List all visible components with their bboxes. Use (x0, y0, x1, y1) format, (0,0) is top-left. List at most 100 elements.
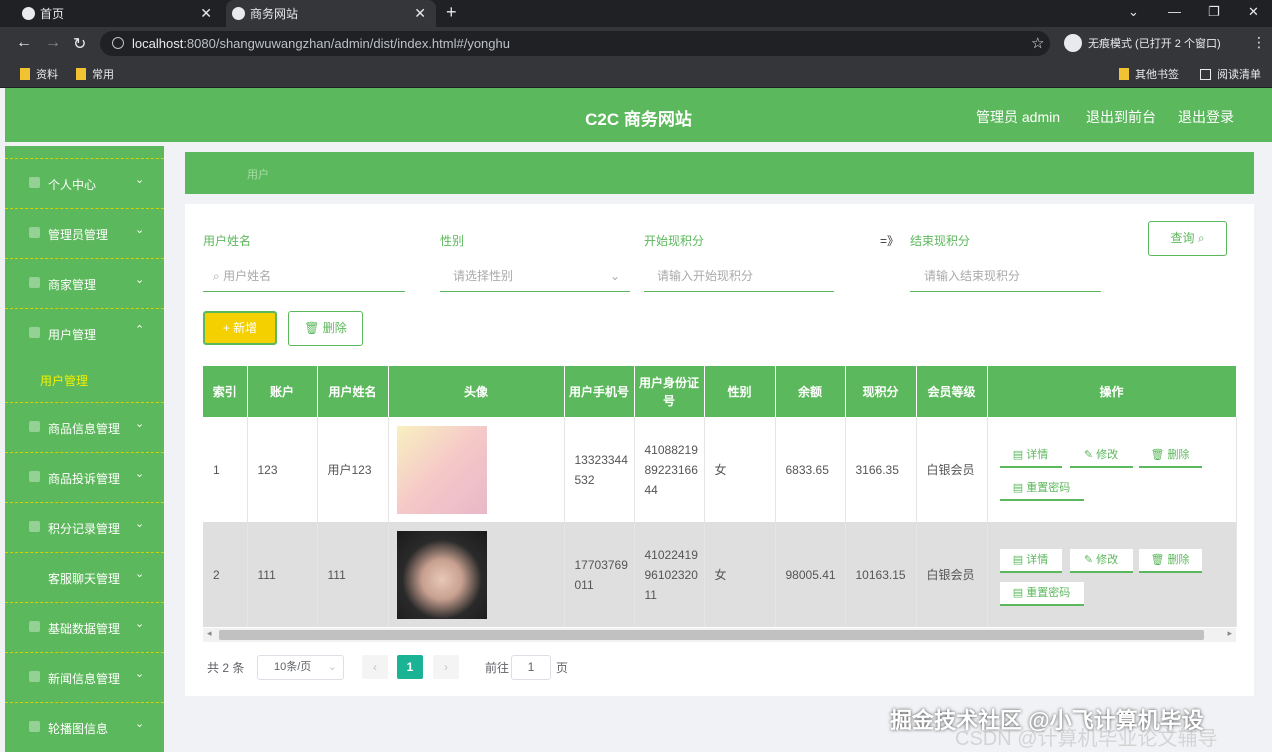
sidebar-item-personal[interactable]: 个人中心 ⌄ (5, 158, 164, 208)
new-tab-icon[interactable]: + (446, 2, 457, 23)
query-button[interactable]: 查询 ⌕ (1148, 221, 1227, 256)
back-icon[interactable]: ← (16, 34, 32, 52)
sidebar-item-merchants[interactable]: 商家管理 ⌄ (5, 258, 164, 308)
table-header-row: 索引 账户 用户姓名 头像 用户手机号 用户身份证号 性别 余额 现积分 会员等… (203, 366, 1237, 417)
reset-password-button[interactable]: ▤ 重置密码 (999, 476, 1084, 501)
doc-icon: ▤ (1012, 448, 1024, 461)
bookmark-folder[interactable]: 资料 (20, 66, 58, 82)
reload-icon[interactable]: ↻ (73, 34, 86, 54)
chevron-down-icon: ⌄ (135, 468, 145, 480)
edit-icon: ✎ (1083, 448, 1094, 461)
add-button[interactable]: + 新增 (203, 311, 277, 345)
delete-button[interactable]: 🗑 删除 (1138, 443, 1202, 468)
filter-name-label: 用户姓名 (203, 234, 252, 248)
avatar (396, 530, 487, 619)
edit-label: 修改 (1096, 553, 1119, 566)
edit-label: 修改 (1096, 448, 1119, 461)
admin-user-label[interactable]: 管理员 admin (976, 107, 1060, 127)
detail-button[interactable]: ▤ 详情 (999, 443, 1062, 468)
reading-list[interactable]: 阅读清单 (1200, 66, 1261, 82)
bookmark-folder-other[interactable]: 其他书签 (1119, 66, 1179, 82)
chevron-down-icon: ⌄ (135, 274, 145, 286)
batch-delete-button[interactable]: 🗑 删除 (288, 311, 363, 346)
doc-icon: ▤ (1012, 481, 1024, 494)
goto-page-input[interactable]: 1 (511, 655, 551, 680)
doc-icon: ▤ (1012, 553, 1024, 566)
sidebar-item-goods[interactable]: 商品信息管理 ⌄ (5, 402, 164, 452)
cell-idcard: 410882198922316644 (634, 417, 705, 522)
bookmarks-bar: 资料 常用 其他书签 阅读清单 (0, 60, 1272, 88)
reset-password-button[interactable]: ▤ 重置密码 (999, 581, 1084, 606)
chevron-down-icon: ⌄ (135, 668, 145, 680)
sidebar-item-users[interactable]: 用户管理 ⌃ (5, 308, 164, 358)
row-actions: ▤ 详情 ✎ 修改 🗑 删除 ▤ 重置密码 (998, 430, 1238, 510)
col-header: 余额 (775, 366, 846, 417)
edit-button[interactable]: ✎ 修改 (1069, 548, 1133, 573)
col-header: 会员等级 (916, 366, 988, 417)
sidebar-item-news[interactable]: 新闻信息管理 ⌄ (5, 652, 164, 702)
table-horizontal-scrollbar[interactable]: ◂ ▸ (203, 628, 1236, 642)
browser-tab-home[interactable]: 首页 ✕ (16, 0, 222, 27)
detail-button[interactable]: ▤ 详情 (999, 548, 1062, 573)
scroll-left-icon[interactable]: ◂ (207, 628, 212, 639)
col-header: 用户姓名 (317, 366, 389, 417)
filter-start-points-label: 开始现积分 (644, 234, 705, 248)
bookmark-star-icon[interactable]: ☆ (1031, 34, 1044, 52)
delete-button[interactable]: 🗑 删除 (1138, 548, 1202, 573)
tab-label: 商务网站 (250, 7, 299, 21)
edit-button[interactable]: ✎ 修改 (1069, 443, 1133, 468)
filter-end-points-input[interactable]: 请输入结束现积分 (910, 260, 1101, 292)
breadcrumb: 用户 (185, 152, 1254, 194)
cell-ops: ▤ 详情 ✎ 修改 🗑 删除 ▤ 重置密码 (987, 522, 1237, 627)
incognito-icon (1064, 34, 1082, 52)
incognito-label: 无痕模式 (已打开 2 个窗口) (1088, 38, 1221, 50)
bookmark-folder[interactable]: 常用 (76, 66, 114, 82)
sidebar-item-complaints[interactable]: 商品投诉管理 ⌄ (5, 452, 164, 502)
logout-link[interactable]: 退出登录 (1178, 107, 1234, 127)
sidebar-item-label: 商品投诉管理 (48, 472, 121, 486)
next-page-button[interactable]: › (433, 655, 459, 679)
breadcrumb-item[interactable]: 用户 (247, 166, 269, 182)
browser-tab-active[interactable]: 商务网站 ✕ (226, 0, 436, 27)
goto-label: 前往 (485, 661, 510, 675)
browser-menu-icon[interactable]: ⋮ (1252, 34, 1266, 51)
filter-end-points-label: 结束现积分 (910, 234, 971, 248)
juejin-watermark: 掘金技术社区 @小飞计算机毕设 (890, 708, 1204, 733)
delete-label: 删除 (1167, 448, 1190, 461)
page-size-select[interactable]: 10条/页 ⌄ (257, 655, 344, 680)
restore-icon[interactable]: ❐ (1208, 4, 1220, 20)
sidebar-item-label: 客服聊天管理 (48, 572, 121, 586)
page-number-current[interactable]: 1 (397, 655, 423, 679)
scrollbar-thumb[interactable] (219, 630, 1204, 640)
plus-icon: + (222, 321, 230, 335)
filter-name-input[interactable]: ⌕ 用户姓名 (203, 260, 405, 292)
exit-to-front-link[interactable]: 退出到前台 (1086, 107, 1156, 127)
url-field[interactable]: localhost:8080/shangwuwangzhan/admin/dis… (100, 31, 1050, 56)
close-window-icon[interactable]: ✕ (1248, 4, 1259, 20)
scroll-right-icon[interactable]: ▸ (1227, 628, 1232, 639)
close-tab-icon[interactable]: ✕ (414, 5, 426, 22)
chevron-down-icon[interactable]: ⌄ (1128, 4, 1139, 20)
browser-tab-bar: 首页 ✕ 商务网站 ✕ + ⌄ — ❐ ✕ (0, 0, 1272, 27)
filter-gender-select[interactable]: 请选择性别 ⌄ (440, 260, 630, 292)
sidebar-subitem-user-management[interactable]: 用户管理 (5, 358, 164, 402)
sidebar-item-points[interactable]: 积分记录管理 ⌄ (5, 502, 164, 552)
prev-page-button[interactable]: ‹ (362, 655, 388, 679)
forward-icon[interactable]: → (45, 34, 61, 52)
sidebar-item-admins[interactable]: 管理员管理 ⌄ (5, 208, 164, 258)
sidebar-item-chat[interactable]: 客服聊天管理 ⌄ (5, 552, 164, 602)
chevron-down-icon: ⌄ (135, 224, 145, 236)
url-path: :8080/shangwuwangzhan/admin/dist/index.h… (183, 36, 510, 51)
tab-label: 首页 (40, 7, 65, 21)
trash-icon: 🗑 (304, 321, 320, 335)
filter-start-points-input[interactable]: 请输入开始现积分 (644, 260, 834, 292)
incognito-indicator[interactable]: 无痕模式 (已打开 2 个窗口) (1064, 34, 1221, 52)
close-tab-icon[interactable]: ✕ (200, 5, 212, 22)
minimize-icon[interactable]: — (1168, 4, 1181, 19)
reading-list-icon (1200, 68, 1211, 80)
chevron-down-icon: ⌄ (135, 718, 145, 730)
reset-label: 重置密码 (1026, 481, 1071, 494)
sidebar-item-base-data[interactable]: 基础数据管理 ⌄ (5, 602, 164, 652)
sidebar-item-carousel[interactable]: 轮播图信息 ⌄ (5, 702, 164, 752)
app-header: C2C 商务网站 管理员 admin 退出到前台 退出登录 (5, 88, 1272, 142)
